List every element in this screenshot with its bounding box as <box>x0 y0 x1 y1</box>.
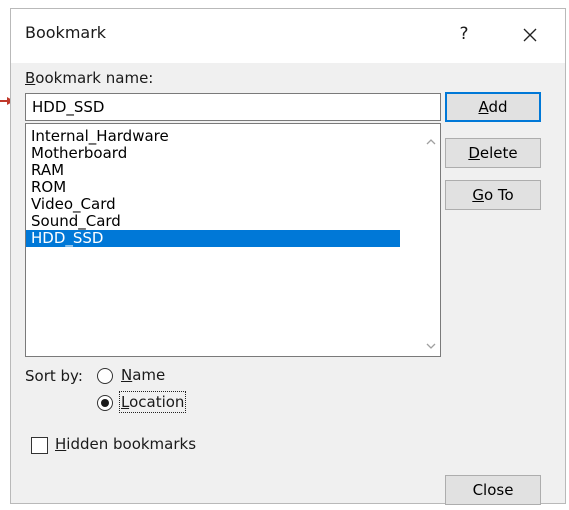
list-item[interactable]: Internal_Hardware <box>26 128 400 145</box>
bookmark-dialog: Bookmark ? Bookmark name: Internal_Hardw… <box>10 8 566 505</box>
list-item[interactable]: HDD_SSD <box>26 230 400 247</box>
list-item[interactable]: Motherboard <box>26 145 400 162</box>
sort-by-label: Sort by: <box>25 367 83 385</box>
sort-location-radio[interactable] <box>97 395 113 411</box>
bookmark-list-items: Internal_Hardware Motherboard RAM ROM Video_… <box>26 128 400 247</box>
close-button[interactable]: Close <box>445 475 541 505</box>
bookmark-name-input[interactable] <box>25 93 441 121</box>
sort-location-label[interactable]: Location <box>118 391 187 413</box>
list-item[interactable]: ROM <box>26 179 400 196</box>
list-item[interactable]: Video_Card <box>26 196 400 213</box>
add-button[interactable]: Add <box>445 92 541 122</box>
sort-name-radio[interactable] <box>97 368 113 384</box>
list-scrollbar[interactable] <box>422 124 440 356</box>
scroll-down-icon[interactable] <box>426 342 436 350</box>
hidden-bookmarks-label[interactable]: Hidden bookmarks <box>55 435 196 453</box>
delete-button[interactable]: Delete <box>445 138 541 168</box>
help-button[interactable]: ? <box>449 17 479 51</box>
bookmark-name-label: Bookmark name: <box>25 69 154 87</box>
sort-name-label[interactable]: Name <box>121 366 165 384</box>
scroll-up-icon[interactable] <box>426 138 436 146</box>
dialog-title: Bookmark <box>25 23 107 42</box>
list-item[interactable]: RAM <box>26 162 400 179</box>
list-item[interactable]: Sound_Card <box>26 213 400 230</box>
close-icon[interactable] <box>513 17 547 51</box>
go-to-button[interactable]: Go To <box>445 180 541 210</box>
bookmark-list[interactable]: Internal_Hardware Motherboard RAM ROM Video_… <box>25 123 441 357</box>
title-bar: Bookmark ? <box>11 9 565 63</box>
hidden-bookmarks-checkbox[interactable] <box>31 437 48 454</box>
